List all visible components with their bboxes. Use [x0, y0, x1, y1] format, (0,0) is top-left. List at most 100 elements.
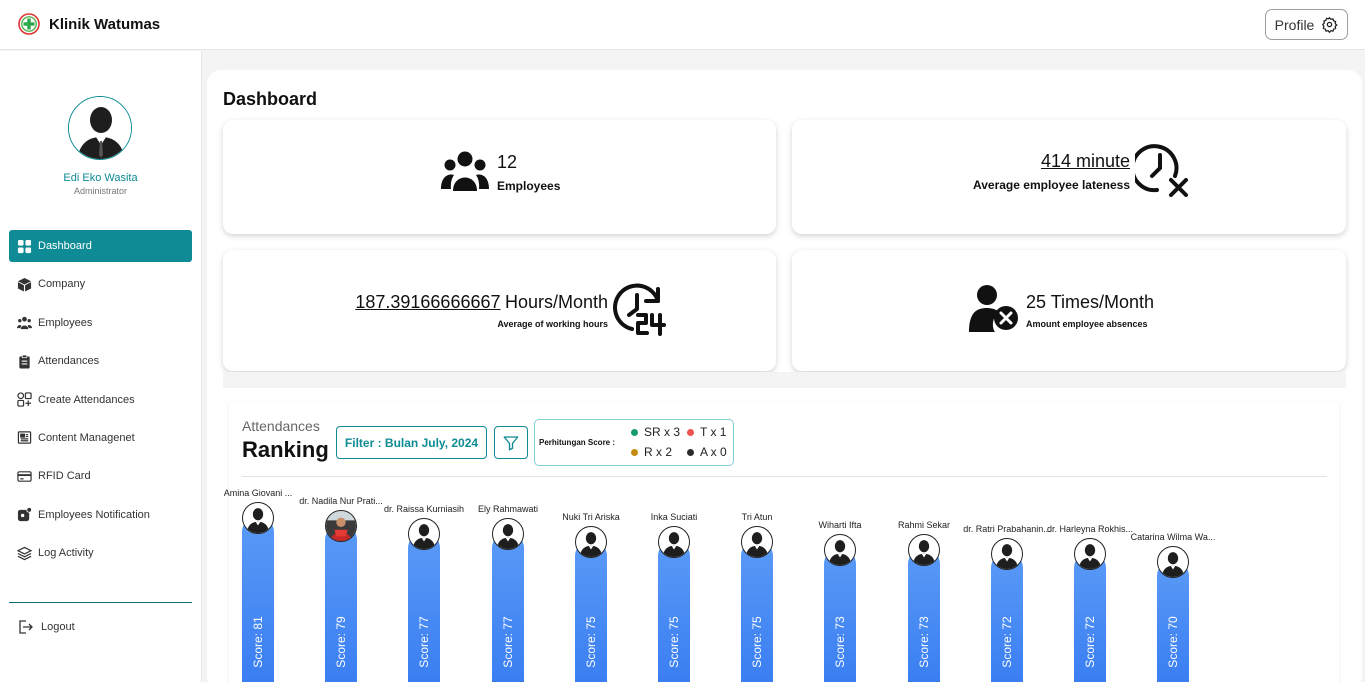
- ranking-score-label: Score: 73: [824, 612, 856, 672]
- grid-icon: [17, 239, 32, 253]
- ranking-bar: Score: 70: [1157, 560, 1189, 682]
- ranking-bar: Score: 72: [991, 552, 1023, 682]
- absences-value: 25 Times/Month: [1026, 292, 1155, 312]
- working-hours-label: Average of working hours: [497, 319, 608, 329]
- app-name: Klinik Watumas: [49, 15, 161, 33]
- sidebar-item-label: Dashboard: [38, 240, 92, 252]
- funnel-icon: [503, 435, 519, 450]
- gear-icon: [1322, 16, 1339, 33]
- ranking-name: Rahmi Sekar: [897, 520, 951, 530]
- sidebar-item-company[interactable]: Company: [9, 268, 192, 300]
- sidebar-item-content-management[interactable]: Content Managenet: [9, 422, 192, 454]
- logout-icon: [19, 620, 33, 634]
- legend-dot-icon: [687, 448, 694, 456]
- working-hours-value[interactable]: 187.39166666667: [355, 292, 500, 312]
- sidebar-menu: Dashboard Company Employees Attendances …: [9, 230, 192, 576]
- newspaper-icon: [17, 431, 32, 445]
- working-hours-stat-card: 187.39166666667 Hours/Month Average of w…: [223, 250, 776, 371]
- ranking-avatar: [991, 538, 1023, 570]
- layers-icon: [17, 546, 32, 560]
- sidebar-divider: [9, 602, 192, 603]
- lateness-value[interactable]: 414 minute: [1041, 151, 1130, 172]
- ranking-bar: Score: 75: [575, 540, 607, 682]
- sidebar-item-create-attendances[interactable]: Create Attendances: [9, 384, 192, 416]
- ranking-score-text: Score: 75: [667, 616, 681, 668]
- shapes-icon: [17, 392, 32, 407]
- ranking-name: dr. Ratri Prabahanin...: [963, 524, 1051, 534]
- clinic-logo-icon: [18, 13, 40, 35]
- working-hours-unit: Hours/Month: [504, 292, 608, 312]
- ranking-score-text: Score: 73: [917, 616, 931, 668]
- ranking-score-label: Score: 77: [408, 612, 440, 672]
- legend-item: R x 2: [631, 445, 672, 459]
- sidebar-item-label: Content Managenet: [38, 431, 135, 444]
- section-separator: [223, 372, 1346, 388]
- filter-month-button[interactable]: Filter : Bulan July, 2024: [336, 426, 487, 459]
- brand[interactable]: Klinik Watumas: [17, 12, 160, 36]
- top-bar: Klinik Watumas Profile: [0, 0, 1365, 50]
- ranking-score-text: Score: 70: [1166, 616, 1180, 668]
- user-name: Edi Eko Wasita: [63, 172, 138, 184]
- employees-label: Employees: [497, 179, 561, 193]
- logout-button[interactable]: Logout: [17, 619, 75, 635]
- ranking-score-text: Score: 75: [750, 616, 764, 668]
- filter-button[interactable]: [494, 426, 528, 459]
- ranking-score-text: Score: 72: [1083, 616, 1097, 668]
- ranking-name: Amina Giovani ...: [223, 488, 293, 498]
- ranking-name: Catarina Wilma Wa...: [1130, 532, 1216, 542]
- sidebar-item-employees-notification[interactable]: Employees Notification: [9, 499, 192, 531]
- ranking-score-text: Score: 81: [251, 616, 265, 668]
- ranking-avatar: [408, 518, 440, 550]
- clock-24-icon: [613, 283, 666, 336]
- ranking-bar: Score: 77: [408, 532, 440, 682]
- notification-icon: [17, 507, 32, 522]
- sidebar-item-employees[interactable]: Employees: [9, 307, 192, 339]
- lateness-stat-card: 414 minute Average employee lateness: [792, 120, 1346, 234]
- sidebar-item-rfid-card[interactable]: RFID Card: [9, 460, 192, 492]
- absences-stat-card: 25 Times/Month Amount employee absences: [792, 250, 1346, 371]
- sidebar-item-label: Create Attendances: [38, 393, 135, 406]
- ranking-score-text: Score: 77: [501, 616, 515, 668]
- sidebar-item-attendances[interactable]: Attendances: [9, 345, 192, 377]
- ranking-score-text: Score: 75: [584, 616, 598, 668]
- ranking-name: dr. Harleyna Rokhis...: [1046, 524, 1134, 534]
- ranking-bar: Score: 73: [824, 548, 856, 682]
- ranking-avatar: [575, 526, 607, 558]
- employees-count: 12: [497, 152, 518, 172]
- ranking-bar: Score: 77: [492, 532, 524, 682]
- page-title: Dashboard: [223, 89, 318, 109]
- sidebar-item-label: Attendances: [38, 355, 100, 368]
- card-icon: [17, 471, 32, 482]
- sidebar-item-log-activity[interactable]: Log Activity: [9, 537, 192, 569]
- ranking-score-text: Score: 79: [334, 616, 348, 668]
- user-absent-icon: [969, 285, 1018, 332]
- ranking-subtitle: Attendances: [242, 418, 320, 434]
- legend-item: T x 1: [687, 425, 726, 439]
- ranking-title: Ranking: [242, 437, 329, 462]
- score-legend-label: Perhitungan Score :: [539, 438, 616, 447]
- ranking-bar: Score: 79: [325, 524, 357, 682]
- ranking-score-label: Score: 75: [741, 612, 773, 672]
- employees-stat-card: 12 Employees: [223, 120, 776, 234]
- sidebar-item-dashboard[interactable]: Dashboard: [9, 230, 192, 262]
- legend-item: SR x 3: [631, 425, 680, 439]
- box-icon: [17, 277, 32, 292]
- profile-button[interactable]: Profile: [1265, 9, 1348, 40]
- ranking-name: dr. Nadila Nur Prati...: [299, 496, 383, 506]
- legend-dot-icon: [631, 448, 638, 456]
- ranking-score-text: Score: 77: [417, 616, 431, 668]
- ranking-bar: Score: 72: [1074, 552, 1106, 682]
- ranking-avatar: [824, 534, 856, 566]
- ranking-name: Wiharti Ifta: [818, 520, 862, 530]
- ranking-avatar: [1074, 538, 1106, 570]
- ranking-avatar: [658, 526, 690, 558]
- ranking-score-label: Score: 75: [658, 612, 690, 672]
- ranking-score-label: Score: 72: [1074, 612, 1106, 672]
- clipboard-icon: [19, 354, 30, 369]
- legend-label: SR x 3: [644, 425, 681, 439]
- legend-label: T x 1: [700, 425, 727, 439]
- working-hours-value-row: 187.39166666667 Hours/Month: [355, 292, 608, 313]
- ranking-avatar: [908, 534, 940, 566]
- ranking-score-label: Score: 72: [991, 612, 1023, 672]
- legend-item: A x 0: [687, 445, 727, 459]
